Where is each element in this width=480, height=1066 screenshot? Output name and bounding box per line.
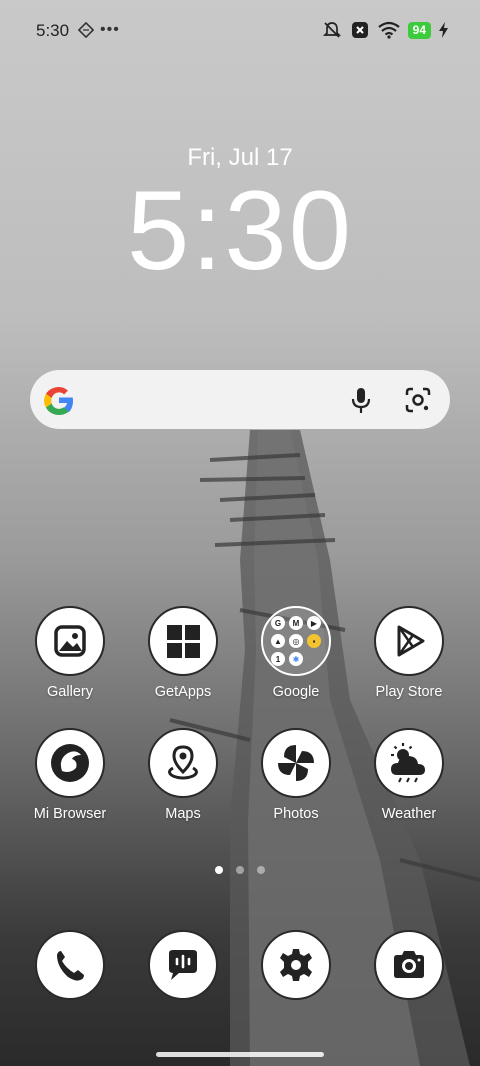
voice-search-icon[interactable]	[348, 386, 374, 414]
mi-browser-icon	[35, 728, 105, 798]
drive-icon: ▲	[271, 634, 285, 648]
phone-icon	[57, 951, 84, 981]
google-lens-icon[interactable]	[403, 385, 433, 415]
dock-camera[interactable]	[374, 930, 444, 1000]
app-mi-browser[interactable]: Mi Browser	[20, 728, 120, 822]
app-gallery[interactable]: Gallery	[20, 606, 120, 700]
no-sim-icon	[351, 22, 368, 38]
mute-icon	[322, 22, 341, 38]
getapps-icon	[148, 606, 218, 676]
dock-phone[interactable]	[35, 930, 105, 1000]
photos-icon	[261, 728, 331, 798]
app-label: Photos	[273, 806, 319, 822]
messages-icon	[169, 950, 197, 980]
page-dot[interactable]	[215, 866, 223, 874]
app-notification-icon	[78, 22, 94, 38]
weather-icon	[374, 728, 444, 798]
app-weather[interactable]: Weather	[359, 728, 459, 822]
home-gesture-bar[interactable]	[156, 1052, 324, 1057]
app-play-store[interactable]: Play Store	[359, 606, 459, 700]
google-search-bar[interactable]	[30, 370, 450, 429]
maps-icon	[148, 728, 218, 798]
wifi-icon	[377, 21, 400, 39]
play-store-icon	[374, 606, 444, 676]
status-bar: 5:30 ••• 94	[0, 0, 480, 62]
app-label: Google	[272, 684, 320, 700]
gallery-icon	[35, 606, 105, 676]
app-getapps[interactable]: GetApps	[133, 606, 233, 700]
app-label: Play Store	[375, 684, 443, 700]
clock-widget[interactable]: 5:30	[0, 172, 480, 290]
charging-icon	[439, 22, 448, 38]
youtube-icon: ▶	[307, 616, 321, 630]
meet-icon: ▪	[307, 634, 321, 648]
app-label: Gallery	[47, 684, 93, 700]
page-dot[interactable]	[257, 866, 265, 874]
google-app-icon: G	[271, 616, 285, 630]
page-indicator	[0, 866, 480, 874]
gmail-icon: M	[289, 616, 303, 630]
chrome-icon: ◎	[289, 634, 303, 648]
google-folder-icon: G M ▶ ▲ ◎ ▪ 1 ✱	[261, 606, 331, 676]
assistant-icon: ✱	[289, 652, 303, 666]
more-notifications-icon: •••	[100, 21, 120, 38]
app-label: Mi Browser	[33, 806, 107, 822]
battery-indicator: 94	[407, 21, 431, 39]
app-label: GetApps	[154, 684, 212, 700]
app-label: Weather	[381, 806, 437, 822]
page-dot[interactable]	[236, 866, 244, 874]
app-maps[interactable]: Maps	[133, 728, 233, 822]
app-photos[interactable]: Photos	[246, 728, 346, 822]
app-label: Maps	[165, 806, 201, 822]
app-folder-google[interactable]: G M ▶ ▲ ◎ ▪ 1 ✱ Google	[246, 606, 346, 700]
camera-icon	[394, 951, 424, 978]
dock-settings[interactable]	[261, 930, 331, 1000]
settings-icon	[280, 949, 312, 981]
status-time: 5:30	[36, 21, 70, 40]
google-one-icon: 1	[271, 652, 285, 666]
dock-messages[interactable]	[148, 930, 218, 1000]
google-logo-icon	[44, 387, 73, 415]
